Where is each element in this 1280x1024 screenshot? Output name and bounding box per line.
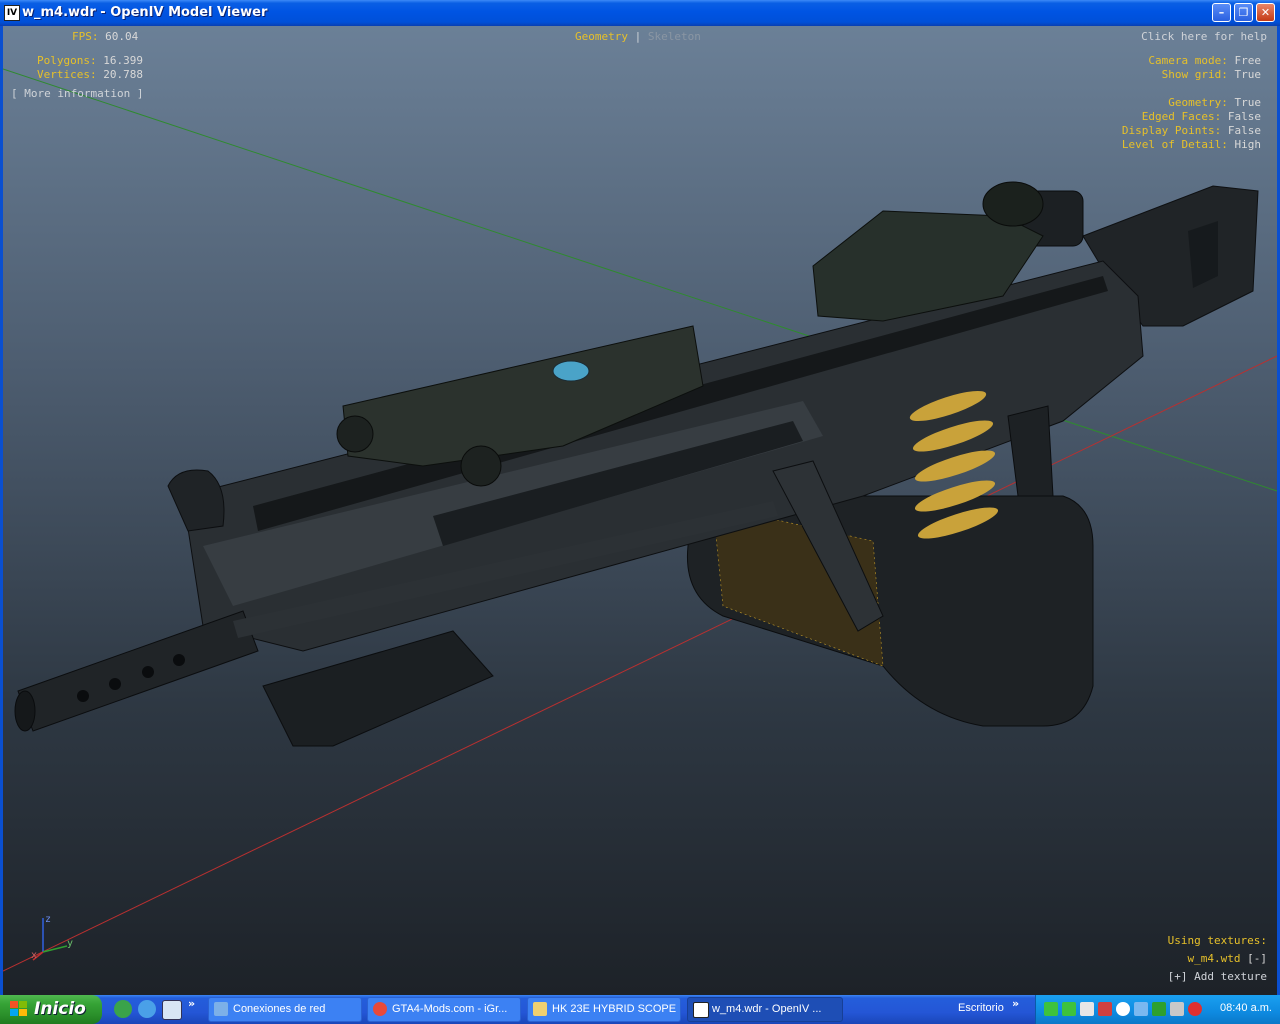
edged-faces-value[interactable]: False <box>1228 110 1261 123</box>
security-alert-icon[interactable] <box>1098 1002 1112 1016</box>
geometry-value[interactable]: True <box>1235 96 1262 109</box>
polygons-readout: Polygons: 16.399 <box>37 54 143 68</box>
show-grid-value[interactable]: True <box>1235 68 1262 81</box>
view-mode-switch: Geometry | Skeleton <box>575 30 701 44</box>
render-settings: Geometry: True Edged Faces: False Displa… <box>1122 96 1261 152</box>
window-titlebar[interactable]: IV w_m4.wdr - OpenIV Model Viewer – ❐ ✕ <box>0 0 1280 26</box>
axis-z-label: z <box>45 914 51 925</box>
remove-texture-button[interactable]: [-] <box>1247 952 1267 965</box>
task-label: Conexiones de red <box>233 1003 326 1015</box>
camera-mode-label: Camera mode: <box>1148 54 1228 67</box>
task-openiv[interactable]: w_m4.wdr - OpenIV ... <box>687 997 843 1022</box>
vertices-label: Vertices: <box>37 68 97 81</box>
clock[interactable]: 08:40 a.m. <box>1220 1002 1272 1014</box>
vertices-readout: Vertices: 20.788 <box>37 68 143 82</box>
desktop-toolbar-label[interactable]: Escritorio <box>958 1002 1004 1014</box>
model-render[interactable] <box>3 26 1277 995</box>
start-label: Inicio <box>34 999 86 1019</box>
system-tray: 08:40 a.m. <box>1035 995 1280 1024</box>
folder-icon <box>533 1002 547 1016</box>
add-texture-button[interactable]: [+] Add texture <box>1168 970 1267 984</box>
window-title: w_m4.wdr - OpenIV Model Viewer <box>22 5 268 20</box>
network-icon[interactable] <box>1062 1002 1076 1016</box>
magnifier <box>982 181 1044 227</box>
barrel <box>17 610 259 732</box>
task-gta4-mods[interactable]: GTA4-Mods.com - iGr... <box>367 997 521 1022</box>
geometry-mode-link[interactable]: Geometry <box>575 30 628 43</box>
model-viewport[interactable]: FPS: 60.04 Polygons: 16.399 Vertices: 20… <box>0 26 1280 995</box>
minimize-button[interactable]: – <box>1212 3 1231 22</box>
axis-x-label: x <box>31 950 37 961</box>
edged-faces-label: Edged Faces: <box>1141 110 1222 123</box>
display-points-value[interactable]: False <box>1228 124 1261 137</box>
volume-icon[interactable] <box>1170 1002 1184 1016</box>
lod-value[interactable]: High <box>1235 138 1262 151</box>
texture-file-name[interactable]: w_m4.wtd <box>1188 952 1241 965</box>
camera-mode-value[interactable]: Free <box>1235 54 1262 67</box>
polygons-label: Polygons: <box>37 54 97 67</box>
utorrent-icon[interactable] <box>114 1000 132 1018</box>
vertices-value: 20.788 <box>103 68 143 81</box>
chrome-icon <box>373 1002 387 1016</box>
axis-gizmo: z y x <box>31 914 73 961</box>
camera-settings: Camera mode: Free Show grid: True <box>1148 54 1261 82</box>
task-label: GTA4-Mods.com - iGr... <box>392 1003 508 1015</box>
fps-value: 60.04 <box>105 30 139 43</box>
help-link[interactable]: Click here for help <box>1141 30 1267 44</box>
more-information-link[interactable]: [ More information ] <box>11 87 143 101</box>
internet-explorer-icon[interactable] <box>138 1000 156 1018</box>
mode-separator: | <box>634 30 642 43</box>
search-icon[interactable] <box>1134 1002 1148 1016</box>
windows-logo-icon <box>10 1001 27 1016</box>
task-label: HK 23E HYBRID SCOPE <box>552 1003 677 1015</box>
network-connections-icon <box>214 1002 228 1016</box>
show-desktop-icon[interactable] <box>162 1000 182 1020</box>
task-label: w_m4.wdr - OpenIV ... <box>712 1003 822 1015</box>
laser-lens <box>552 360 590 382</box>
antivirus-icon[interactable] <box>1188 1002 1202 1016</box>
openiv-icon <box>693 1002 709 1018</box>
front-sight <box>167 469 225 532</box>
safely-remove-icon[interactable] <box>1080 1002 1094 1016</box>
fps-readout: FPS: 60.04 <box>72 30 138 44</box>
skeleton-mode-link[interactable]: Skeleton <box>648 30 701 43</box>
panda-icon[interactable] <box>1116 1002 1130 1016</box>
signal-icon[interactable] <box>1044 1002 1058 1016</box>
task-conexiones-de-red[interactable]: Conexiones de red <box>208 997 362 1022</box>
task-hk23e-folder[interactable]: HK 23E HYBRID SCOPE <box>527 997 681 1022</box>
desktop-more-button[interactable]: » <box>1012 997 1019 1010</box>
polygons-value: 16.399 <box>103 54 143 67</box>
nvidia-icon[interactable] <box>1152 1002 1166 1016</box>
using-textures-label: Using textures: <box>1167 934 1267 947</box>
close-button[interactable]: ✕ <box>1256 3 1275 22</box>
texture-entry: w_m4.wtd [-] <box>1188 952 1267 966</box>
show-grid-label: Show grid: <box>1161 68 1228 81</box>
axis-y-label: y <box>67 938 73 949</box>
openiv-app-icon[interactable]: IV <box>4 5 20 21</box>
taskbar: Inicio » Conexiones de red GTA4-Mods.com… <box>0 995 1280 1024</box>
lod-label: Level of Detail: <box>1121 138 1228 151</box>
quicklaunch-more-button[interactable]: » <box>188 997 195 1010</box>
geometry-label: Geometry: <box>1168 96 1228 109</box>
start-button[interactable]: Inicio <box>0 995 102 1024</box>
display-points-label: Display Points: <box>1121 124 1222 137</box>
fps-label: FPS: <box>72 30 99 43</box>
maximize-button[interactable]: ❐ <box>1234 3 1253 22</box>
